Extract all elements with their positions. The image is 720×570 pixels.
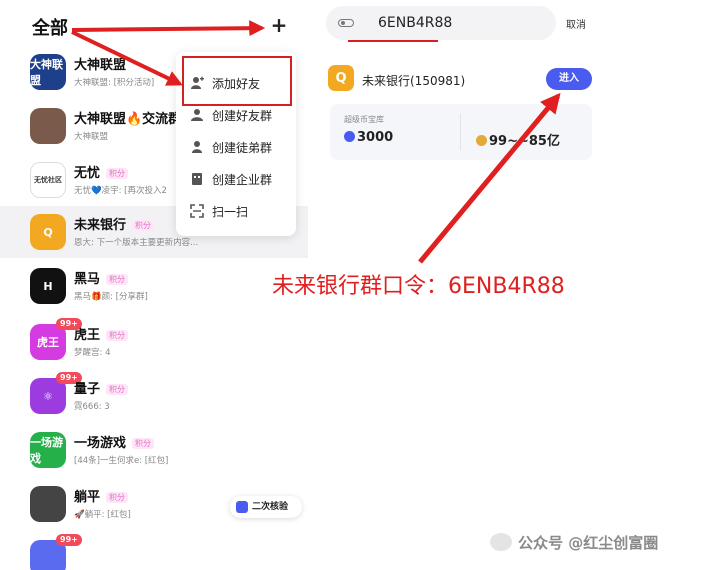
chat-name: 无忧 积分	[74, 162, 129, 181]
points-tag: 积分	[106, 330, 129, 341]
result-avatar: Q	[328, 65, 354, 91]
menu-item-create-enterprise-group[interactable]: 创建企业群	[176, 164, 296, 194]
points-tag: 积分	[106, 168, 129, 179]
wechat-icon	[490, 533, 512, 551]
points-tag: 积分	[132, 220, 155, 231]
watermark-text: 公众号 @红尘创富圈	[518, 534, 659, 552]
menu-item-create-apprentice-group[interactable]: 创建徒弟群	[176, 132, 296, 162]
chat-name-text: 大神联盟	[74, 58, 127, 73]
verify-label: 二次核验	[252, 502, 289, 512]
unread-badge: 99+	[56, 534, 82, 546]
vault-value-text: 99~~85亿	[489, 134, 560, 149]
avatar	[30, 108, 66, 144]
chat-name-text: 未来银行	[74, 218, 127, 233]
chat-name: 黑马 积分	[74, 268, 129, 287]
chat-list-item[interactable]: 一场游戏 一场游戏 积分 [44条]一生何求e: [红包]	[0, 424, 308, 476]
blue-coin-icon	[344, 131, 355, 142]
chat-preview: 恩大: 下一个版本主要更新内容...	[74, 238, 199, 248]
chat-name: 躺平 积分	[74, 486, 129, 505]
annotation-highlight-box	[182, 56, 292, 106]
vault-title: 超级币宝库	[344, 115, 384, 124]
result-name: 未来银行(150981)	[362, 74, 466, 88]
points-tag: 积分	[106, 492, 129, 503]
menu-item-label: 创建好友群	[212, 109, 273, 123]
chat-preview: 梦醒宫: 4	[74, 348, 111, 358]
chat-name-text: 无忧	[74, 166, 101, 181]
chat-name: 虎王 积分	[74, 324, 129, 343]
annotation-underline	[348, 40, 438, 42]
search-input[interactable]	[378, 14, 538, 32]
points-tag: 积分	[106, 384, 129, 395]
chat-list-item[interactable]: H 黑马 积分黑马🎁颜: [分享群]	[0, 260, 308, 312]
chat-name-text: 躺平	[74, 490, 101, 505]
chat-preview: 黑马🎁颜: [分享群]	[74, 292, 148, 302]
menu-item-label: 扫一扫	[212, 205, 249, 219]
verify-button[interactable]: 二次核验	[230, 496, 302, 518]
chat-name: 未来银行 积分	[74, 214, 155, 233]
verify-icon	[236, 501, 248, 513]
avatar: 无忧社区	[30, 162, 66, 198]
points-tag: 积分	[132, 438, 155, 449]
apprentice-group-icon	[190, 140, 204, 154]
chat-name-text: 虎王	[74, 328, 101, 343]
cancel-button[interactable]: 取消	[566, 16, 586, 31]
menu-item-scan[interactable]: 扫一扫	[176, 196, 296, 226]
chat-name: 一场游戏 积分	[74, 432, 155, 451]
vault-value-gold: 99~~85亿	[476, 130, 560, 149]
chat-name-text: 黑马	[74, 272, 101, 287]
search-result-row[interactable]: Q 未来银行(150981) 进入	[326, 62, 596, 102]
chat-preview: 霓666: 3	[74, 402, 110, 412]
avatar: Q	[30, 214, 66, 250]
chat-list-header: 全部 +	[0, 0, 308, 50]
menu-item-label: 创建企业群	[212, 173, 273, 187]
chat-name: 大神联盟🔥交流群	[74, 108, 181, 127]
plus-icon[interactable]: +	[268, 14, 290, 36]
gold-coin-icon	[476, 135, 487, 146]
vault-value-coins: 3000	[344, 130, 393, 145]
chat-name-text: 一场游戏	[74, 436, 127, 451]
avatar: H	[30, 268, 66, 304]
chat-name: 量子 积分	[74, 378, 129, 397]
vault-card: 超级币宝库 3000 99~~85亿	[330, 104, 592, 160]
vault-value-text: 3000	[357, 130, 394, 145]
enterprise-group-icon	[190, 172, 204, 186]
enter-button[interactable]: 进入	[546, 68, 592, 90]
chat-name-text: 大神联盟🔥交流群	[74, 112, 182, 127]
search-bar[interactable]	[326, 6, 556, 40]
chat-name-text: 量子	[74, 382, 101, 397]
chat-list-item[interactable]: 99+	[0, 532, 308, 570]
annotation-caption: 未来银行群口令：6ENB4R88	[272, 274, 565, 299]
points-tag: 积分	[106, 274, 129, 285]
avatar: 一场游戏	[30, 432, 66, 468]
divider	[460, 114, 461, 150]
avatar: 大神联盟	[30, 54, 66, 90]
page-title: 全部	[32, 18, 68, 39]
watermark: 公众号 @红尘创富圈	[490, 530, 710, 554]
chat-preview: [44条]一生何求e: [红包]	[74, 456, 169, 466]
scan-icon	[190, 204, 204, 218]
chat-list-item[interactable]: 虎王 99+ 虎王 积分 梦醒宫: 4	[0, 316, 308, 368]
menu-item-label: 创建徒弟群	[212, 141, 273, 155]
chat-list-item[interactable]: ⚛ 99+ 量子 积分 霓666: 3	[0, 370, 308, 422]
friends-group-icon	[190, 108, 204, 122]
avatar	[30, 486, 66, 522]
search-icon	[338, 17, 354, 29]
chat-name: 大神联盟	[74, 54, 126, 73]
